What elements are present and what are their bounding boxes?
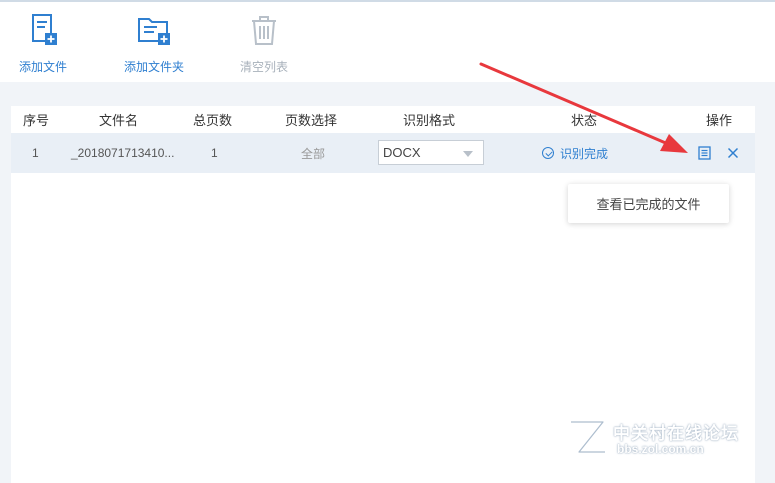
header-total-pages: 总页数 (193, 113, 233, 128)
table-header: 序号 文件名 总页数 页数选择 识别格式 状态 操作 (11, 106, 755, 133)
clear-list-button[interactable]: 清空列表 (224, 12, 304, 78)
row-index: 1 (32, 146, 39, 160)
add-file-label: 添加文件 (18, 60, 67, 74)
add-folder-label: 添加文件夹 (123, 60, 184, 74)
row-status: 识别完成 (542, 133, 608, 173)
zol-logo-icon (571, 418, 607, 456)
header-page-select: 页数选择 (285, 113, 338, 128)
header-status: 状态 (571, 113, 598, 128)
tooltip-text: 查看已完成的文件 (596, 197, 701, 212)
watermark-line1: 中关村在线论坛 (613, 424, 739, 443)
view-document-icon[interactable] (698, 146, 711, 160)
header-format: 识别格式 (403, 113, 456, 128)
view-file-tooltip: 查看已完成的文件 (568, 184, 729, 223)
chevron-down-icon (463, 151, 473, 157)
add-folder-button[interactable]: 添加文件夹 (114, 12, 194, 78)
row-page-select[interactable]: 全部 (301, 133, 325, 173)
clear-list-label: 清空列表 (239, 60, 288, 74)
close-icon[interactable] (727, 147, 739, 159)
row-filename: _2018071713410... (71, 146, 175, 160)
format-select[interactable]: DOCX (378, 140, 484, 165)
format-select-value: DOCX (383, 145, 421, 160)
row-total-pages: 1 (211, 146, 218, 160)
add-file-icon (32, 14, 57, 45)
header-actions: 操作 (706, 113, 733, 128)
zol-watermark: 中关村在线论坛 bbs.zol.com.cn (565, 410, 765, 466)
header-index: 序号 (23, 113, 50, 128)
trash-icon (252, 16, 276, 45)
table-row[interactable]: 1 _2018071713410... 1 全部 DOCX 识别完成 (11, 133, 755, 173)
toolbar: 添加文件 添加文件夹 清空列表 (0, 0, 775, 82)
add-folder-icon (138, 18, 170, 45)
watermark-line2: bbs.zol.com.cn (617, 442, 704, 456)
status-text: 识别完成 (560, 146, 609, 161)
check-circle-icon (542, 147, 554, 159)
add-file-button[interactable]: 添加文件 (3, 12, 83, 78)
header-filename: 文件名 (99, 113, 139, 128)
